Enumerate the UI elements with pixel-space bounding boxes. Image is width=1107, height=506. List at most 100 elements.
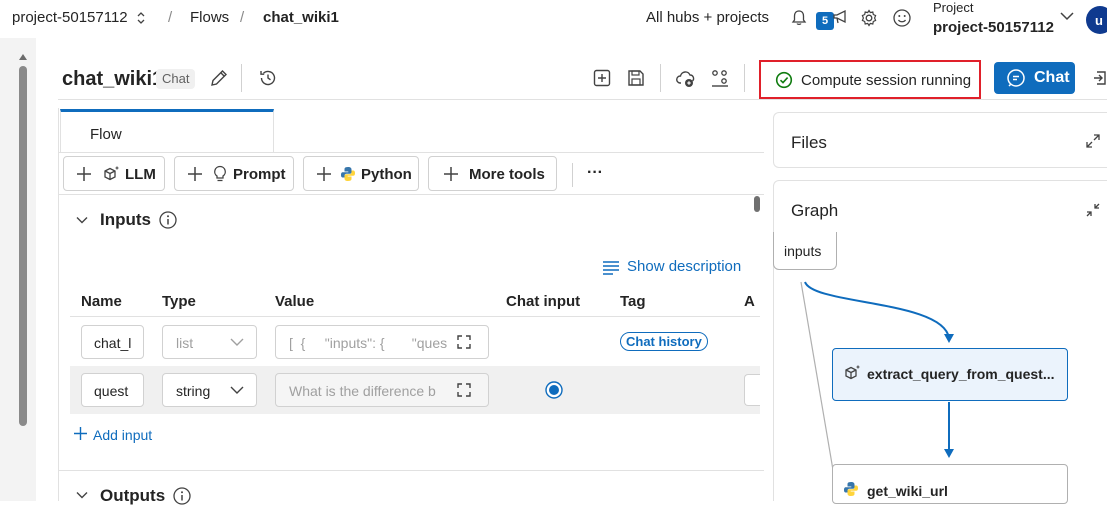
chat-button[interactable]: Chat — [994, 62, 1075, 94]
save-icon[interactable] — [625, 67, 647, 89]
type-dropdown[interactable]: list — [162, 325, 257, 359]
input-name-value: chat_l — [94, 335, 132, 351]
expand-diagonal-icon[interactable] — [1085, 133, 1101, 149]
breadcrumb-flows[interactable]: Flows — [190, 9, 229, 26]
chat-input-radio[interactable] — [545, 381, 563, 399]
python-icon — [843, 481, 859, 497]
collapse-diagonal-icon[interactable] — [1085, 202, 1101, 218]
llm-sparkle-icon — [102, 165, 120, 183]
column-header: Name — [81, 293, 122, 310]
graph-node-inputs[interactable]: inputs — [773, 232, 837, 270]
compute-status-label: Compute session running — [801, 72, 972, 89]
input-name-value: quest — [94, 383, 129, 399]
lightbulb-icon — [212, 165, 228, 183]
collapse-chevron-icon[interactable] — [75, 213, 89, 227]
truncated-field[interactable] — [744, 374, 760, 406]
cloud-deploy-icon[interactable] — [675, 67, 697, 89]
info-icon[interactable] — [158, 210, 178, 230]
breadcrumb-current: chat_wiki1 — [263, 9, 339, 26]
breadcrumb-project[interactable]: project-50157112 — [12, 9, 128, 26]
type-value: string — [176, 383, 211, 399]
inputs-scrollbar-thumb[interactable] — [754, 196, 760, 212]
add-llm-label: LLM — [125, 166, 156, 183]
toolbar-divider-line — [58, 194, 764, 195]
chevron-down-icon — [230, 385, 244, 395]
add-prompt-button[interactable]: Prompt — [174, 156, 294, 191]
value-text: [ { "inputs": { "ques — [289, 335, 448, 351]
collapse-chevron-icon[interactable] — [75, 488, 89, 502]
column-header: Type — [162, 293, 196, 310]
check-circle-icon — [775, 71, 793, 89]
smiley-feedback-icon[interactable] — [892, 8, 912, 28]
add-python-label: Python — [361, 166, 412, 183]
page-scrollbar-thumb[interactable] — [19, 66, 27, 426]
show-description-link[interactable]: Show description — [627, 258, 741, 275]
more-tools-button[interactable]: More tools — [428, 156, 557, 191]
value-field[interactable]: What is the difference b — [275, 373, 489, 407]
graph-node-label: get_wiki_url — [867, 483, 948, 499]
collapse-panel-icon[interactable] — [1092, 68, 1107, 88]
add-prompt-label: Prompt — [233, 166, 286, 183]
chevron-down-icon[interactable] — [1059, 10, 1075, 22]
graph-panel-title: Graph — [791, 201, 839, 220]
value-placeholder: What is the difference b — [289, 383, 436, 399]
more-tools-label: More tools — [469, 166, 545, 183]
add-input-link[interactable]: Add input — [93, 427, 152, 443]
graph-node-extract-query[interactable]: extract_query_from_quest... — [832, 348, 1068, 401]
project-name[interactable]: project-50157112 — [933, 19, 1054, 36]
evaluate-icon[interactable] — [709, 67, 731, 89]
column-header: Tag — [620, 293, 646, 310]
input-name-field[interactable]: chat_l — [81, 325, 144, 359]
expand-icon[interactable] — [456, 334, 472, 350]
header-divider — [241, 64, 242, 92]
pencil-edit-icon[interactable] — [208, 67, 230, 89]
plus-icon — [443, 166, 459, 182]
history-icon[interactable] — [257, 67, 279, 89]
value-field[interactable]: [ { "inputs": { "ques — [275, 325, 489, 359]
header-divider — [744, 64, 745, 92]
chat-history-tag[interactable]: Chat history — [620, 332, 708, 351]
hubs-projects-link[interactable]: All hubs + projects — [646, 9, 769, 26]
more-options-ellipsis[interactable]: ··· — [587, 164, 603, 182]
files-panel: Files — [773, 112, 1107, 168]
llm-sparkle-icon — [843, 364, 861, 382]
add-python-button[interactable]: Python — [303, 156, 419, 191]
column-header: Chat input — [506, 293, 581, 310]
add-node-icon[interactable] — [591, 67, 613, 89]
graph-node-get-wiki-url[interactable]: get_wiki_url — [832, 464, 1068, 504]
plus-icon — [316, 166, 332, 182]
avatar[interactable]: u — [1086, 6, 1107, 34]
input-name-field[interactable]: quest — [81, 373, 144, 407]
chevron-up-down-icon[interactable] — [135, 10, 147, 26]
type-dropdown[interactable]: string — [162, 373, 257, 407]
compute-session-status[interactable]: Compute session running — [759, 60, 981, 99]
outputs-section-title: Outputs — [100, 486, 166, 505]
add-llm-button[interactable]: LLM — [63, 156, 165, 191]
inputs-section-title: Inputs — [100, 210, 151, 229]
column-header: A — [744, 293, 755, 310]
graph-node-label: extract_query_from_quest... — [867, 366, 1055, 382]
plus-icon — [76, 166, 92, 182]
plus-icon — [187, 166, 203, 182]
top-bar: project-50157112 / Flows / chat_wiki1 Al… — [0, 0, 1107, 38]
tab-underline — [58, 152, 764, 153]
section-divider — [58, 470, 764, 471]
type-value: list — [176, 335, 194, 351]
megaphone-icon[interactable] — [831, 8, 849, 26]
python-icon — [340, 166, 356, 182]
bell-icon[interactable] — [789, 8, 809, 28]
project-caption: Project — [933, 0, 974, 15]
toolbar-divider — [572, 163, 573, 187]
info-icon[interactable] — [172, 486, 192, 506]
tab-flow[interactable]: Flow — [60, 109, 274, 153]
expand-icon[interactable] — [456, 382, 472, 398]
files-panel-title: Files — [791, 133, 827, 152]
chevron-down-icon — [230, 337, 244, 347]
graph-node-label: inputs — [784, 243, 822, 259]
gear-icon[interactable] — [859, 8, 879, 28]
text-lines-icon — [602, 259, 620, 275]
chat-bubble-icon — [1006, 68, 1026, 88]
tab-flow-label: Flow — [90, 126, 122, 143]
chat-button-label: Chat — [1034, 69, 1070, 86]
flow-type-badge: Chat — [156, 69, 196, 89]
